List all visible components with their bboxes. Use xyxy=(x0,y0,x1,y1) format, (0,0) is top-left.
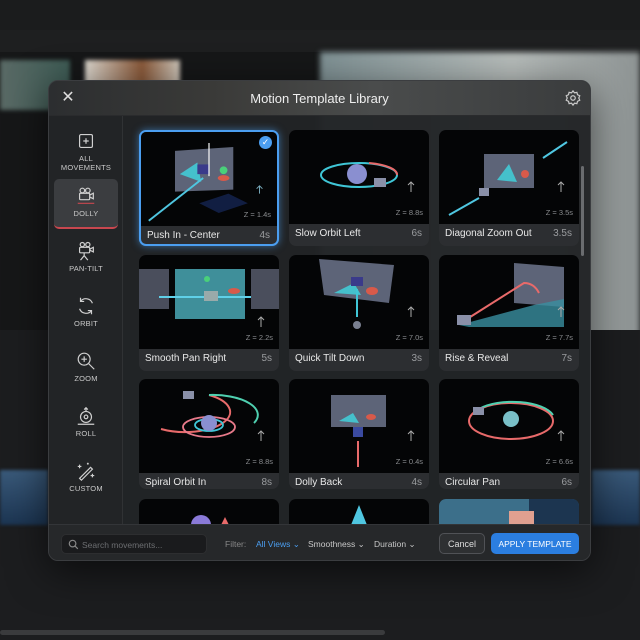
template-card[interactable]: Z = 2.2s Smooth Pan Right 5s xyxy=(139,255,279,371)
sidebar-item-pan-tilt[interactable]: PAN-TILT xyxy=(54,234,118,284)
template-duration: 3s xyxy=(411,353,422,364)
sidebar-item-custom[interactable]: CUSTOM xyxy=(54,454,118,504)
camera-path-illustration xyxy=(191,515,229,524)
timeline-clip xyxy=(592,470,640,525)
sidebar-item-zoom[interactable]: ZOOM xyxy=(54,344,118,394)
z-timing-label: Z = 3.5s xyxy=(545,208,573,217)
template-card[interactable] xyxy=(439,499,579,524)
z-timing-label: Z = 7.7s xyxy=(545,333,573,342)
motion-template-dialog: ✕ Motion Template Library ALL MOVEMENTS D… xyxy=(48,80,591,561)
z-timing-label: Z = 1.4s xyxy=(243,210,271,219)
filter-label: Filter: xyxy=(225,539,247,549)
roll-icon xyxy=(77,406,95,425)
sidebar-item-label: DOLLY xyxy=(73,209,99,218)
tripod-camera-icon xyxy=(78,241,94,261)
camera-path-illustration xyxy=(351,505,367,524)
sidebar-item-roll[interactable]: ROLL xyxy=(54,399,118,449)
template-preview xyxy=(439,499,579,524)
template-preview xyxy=(289,499,429,524)
template-preview xyxy=(139,499,279,524)
filter-smoothness-dropdown[interactable]: Smoothness ⌄ xyxy=(308,539,365,550)
movement-category-sidebar: ALL MOVEMENTS DOLLY PAN-TILT ORBIT ZOOM ROLL C… xyxy=(49,116,123,524)
magic-wand-icon xyxy=(77,462,95,482)
z-timing-label: Z = 2.2s xyxy=(245,333,273,342)
template-name: Quick Tilt Down xyxy=(295,353,365,364)
template-grid: Z = 1.4s Push In - Center 4s ✓ Z = 8.8s Slow … xyxy=(131,116,586,524)
template-card[interactable] xyxy=(139,499,279,524)
app-toolbar-background xyxy=(0,0,640,30)
z-timing-label: Z = 8.8s xyxy=(245,457,273,466)
template-duration: 7s xyxy=(561,353,572,364)
plus-square-icon xyxy=(78,133,94,149)
template-duration: 5s xyxy=(261,353,272,364)
z-timing-label: Z = 7.0s xyxy=(395,333,423,342)
dolly-camera-icon xyxy=(77,187,95,204)
zoom-in-icon xyxy=(77,352,95,370)
sidebar-item-label: ALL MOVEMENTS xyxy=(60,154,112,172)
sidebar-item-all-movements[interactable]: ALL MOVEMENTS xyxy=(54,124,118,174)
sidebar-item-dolly[interactable]: DOLLY xyxy=(54,179,118,229)
template-name: Circular Pan xyxy=(445,477,501,488)
template-name: Diagonal Zoom Out xyxy=(445,228,532,239)
sidebar-item-label: PAN-TILT xyxy=(69,264,103,273)
cancel-button[interactable]: Cancel xyxy=(439,533,485,554)
camera-path-illustration xyxy=(439,499,579,524)
filter-smoothness-label: Smoothness xyxy=(308,539,356,549)
template-name: Push In - Center xyxy=(147,230,220,241)
template-card[interactable]: Z = 1.4s Push In - Center 4s ✓ xyxy=(139,130,279,246)
timeline-clip xyxy=(0,470,48,525)
dialog-title: Motion Template Library xyxy=(250,91,389,106)
z-timing-label: Z = 8.8s xyxy=(395,208,423,217)
search-icon xyxy=(68,539,79,550)
template-card[interactable]: Z = 7.0s Quick Tilt Down 3s xyxy=(289,255,429,371)
template-card[interactable]: Z = 8.8s Slow Orbit Left 6s xyxy=(289,130,429,246)
z-timing-label: Z = 6.6s xyxy=(545,457,573,466)
gear-icon[interactable] xyxy=(564,89,582,107)
sidebar-item-label: ZOOM xyxy=(74,374,98,383)
timeline-scrollbar[interactable] xyxy=(0,630,385,635)
grid-scrollbar[interactable] xyxy=(581,166,584,256)
template-name: Rise & Reveal xyxy=(445,353,509,364)
sidebar-item-label: CUSTOM xyxy=(69,484,103,493)
search-box xyxy=(61,534,207,554)
template-card[interactable] xyxy=(289,499,429,524)
filter-views-dropdown[interactable]: All Views ⌄ xyxy=(256,539,300,550)
template-card[interactable]: Z = 6.6s Circular Pan 6s xyxy=(439,379,579,489)
template-card[interactable]: Z = 7.7s Rise & Reveal 7s xyxy=(439,255,579,371)
sidebar-item-orbit[interactable]: ORBIT xyxy=(54,289,118,339)
search-input[interactable] xyxy=(82,537,202,552)
template-duration: 3.5s xyxy=(553,228,572,239)
filter-duration-label: Duration xyxy=(374,539,407,549)
app-subtoolbar-background xyxy=(0,30,640,52)
template-card[interactable]: Z = 0.4s Dolly Back 4s xyxy=(289,379,429,489)
template-card[interactable]: Z = 8.8s Spiral Orbit In 8s xyxy=(139,379,279,489)
filter-views-label: All Views xyxy=(256,539,291,549)
template-duration: 4s xyxy=(411,477,422,488)
sidebar-item-label: ROLL xyxy=(75,429,97,438)
template-duration: 6s xyxy=(411,228,422,239)
dialog-header: ✕ Motion Template Library xyxy=(49,81,590,116)
filter-duration-dropdown[interactable]: Duration ⌄ xyxy=(374,539,416,550)
template-duration: 6s xyxy=(561,477,572,488)
z-timing-label: Z = 0.4s xyxy=(395,457,423,466)
template-card[interactable]: Z = 3.5s Diagonal Zoom Out 3.5s xyxy=(439,130,579,246)
apply-template-button[interactable]: APPLY TEMPLATE xyxy=(491,533,579,554)
template-name: Spiral Orbit In xyxy=(145,477,207,488)
template-name: Dolly Back xyxy=(295,477,343,488)
template-name: Slow Orbit Left xyxy=(295,228,361,239)
orbit-arrows-icon xyxy=(79,297,93,315)
checkmark-icon: ✓ xyxy=(259,136,272,149)
template-duration: 4s xyxy=(259,230,270,241)
sidebar-item-label: ORBIT xyxy=(74,319,98,328)
dialog-footer: Filter: All Views ⌄ Smoothness ⌄ Duratio… xyxy=(49,524,590,560)
template-name: Smooth Pan Right xyxy=(145,353,227,364)
template-duration: 8s xyxy=(261,477,272,488)
